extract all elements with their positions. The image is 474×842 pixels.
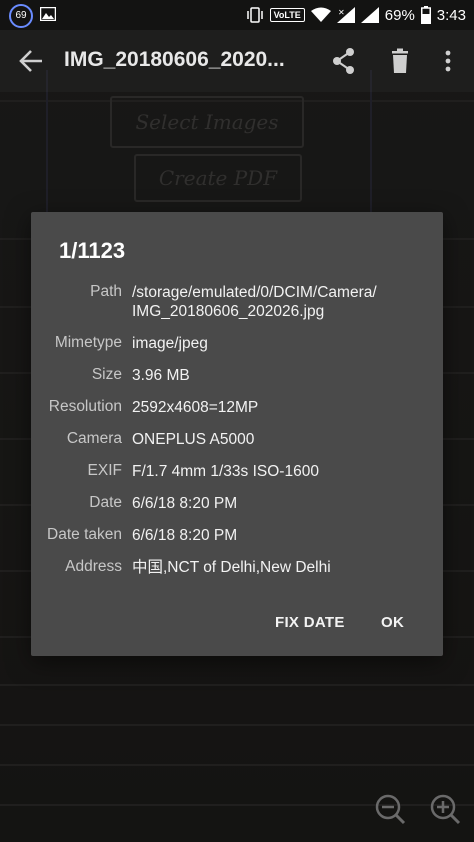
detail-label: Date xyxy=(89,494,122,511)
detail-value: 中国,NCT of Delhi,New Delhi xyxy=(132,559,331,576)
zoom-out-icon[interactable] xyxy=(373,792,407,826)
detail-value: 3.96 MB xyxy=(132,367,190,384)
image-notification-icon xyxy=(40,7,56,21)
fix-date-button[interactable]: FIX DATE xyxy=(269,610,351,635)
dialog-title: 1/1123 xyxy=(59,238,126,263)
toolbar: IMG_20180606_2020... xyxy=(0,30,474,92)
more-options-icon[interactable] xyxy=(432,45,464,77)
svg-text:✕: ✕ xyxy=(338,8,345,17)
detail-label: Resolution xyxy=(48,398,122,415)
detail-label: Size xyxy=(91,366,122,383)
ok-button[interactable]: OK xyxy=(375,610,410,635)
delete-icon[interactable] xyxy=(384,45,416,77)
detail-label: Date taken xyxy=(47,526,122,543)
clock: 3:43 xyxy=(436,6,466,24)
detail-value: image/jpeg xyxy=(132,335,208,352)
detail-value: 6/6/18 8:20 PM xyxy=(132,495,238,512)
signal-strength-icon xyxy=(360,7,379,23)
detail-label: Mimetype xyxy=(54,334,122,351)
detail-label: Camera xyxy=(66,430,122,447)
detail-value: 6/6/18 8:20 PM xyxy=(132,527,238,544)
battery-percent: 69% xyxy=(384,6,415,24)
detail-label: EXIF xyxy=(87,462,122,479)
signal-icon: ✕ xyxy=(336,7,355,23)
details-dialog: 1/1123 Path /storage/emulated/0/DCIM/Cam… xyxy=(31,212,443,656)
back-arrow-icon[interactable] xyxy=(16,45,48,77)
share-icon[interactable] xyxy=(328,45,360,77)
detail-value: ONEPLUS A5000 xyxy=(132,431,255,448)
detail-value: F/1.7 4mm 1/33s ISO-1600 xyxy=(132,463,319,480)
wifi-icon xyxy=(310,7,331,22)
status-bar: 69 VoLTE ✕ 69% 3:43 xyxy=(0,0,474,30)
image-title: IMG_20180606_2020... xyxy=(64,48,285,71)
zoom-in-icon[interactable] xyxy=(428,792,462,826)
detail-value: /storage/emulated/0/DCIM/Camera/ IMG_201… xyxy=(132,284,377,320)
volte-badge: VoLTE xyxy=(269,8,305,22)
battery-icon xyxy=(420,6,431,24)
detail-label: Path xyxy=(90,283,122,300)
detail-label: Address xyxy=(65,558,122,575)
notification-badge: 69 xyxy=(9,4,33,28)
detail-value: 2592x4608=12MP xyxy=(132,399,259,416)
vibrate-icon xyxy=(246,7,263,23)
